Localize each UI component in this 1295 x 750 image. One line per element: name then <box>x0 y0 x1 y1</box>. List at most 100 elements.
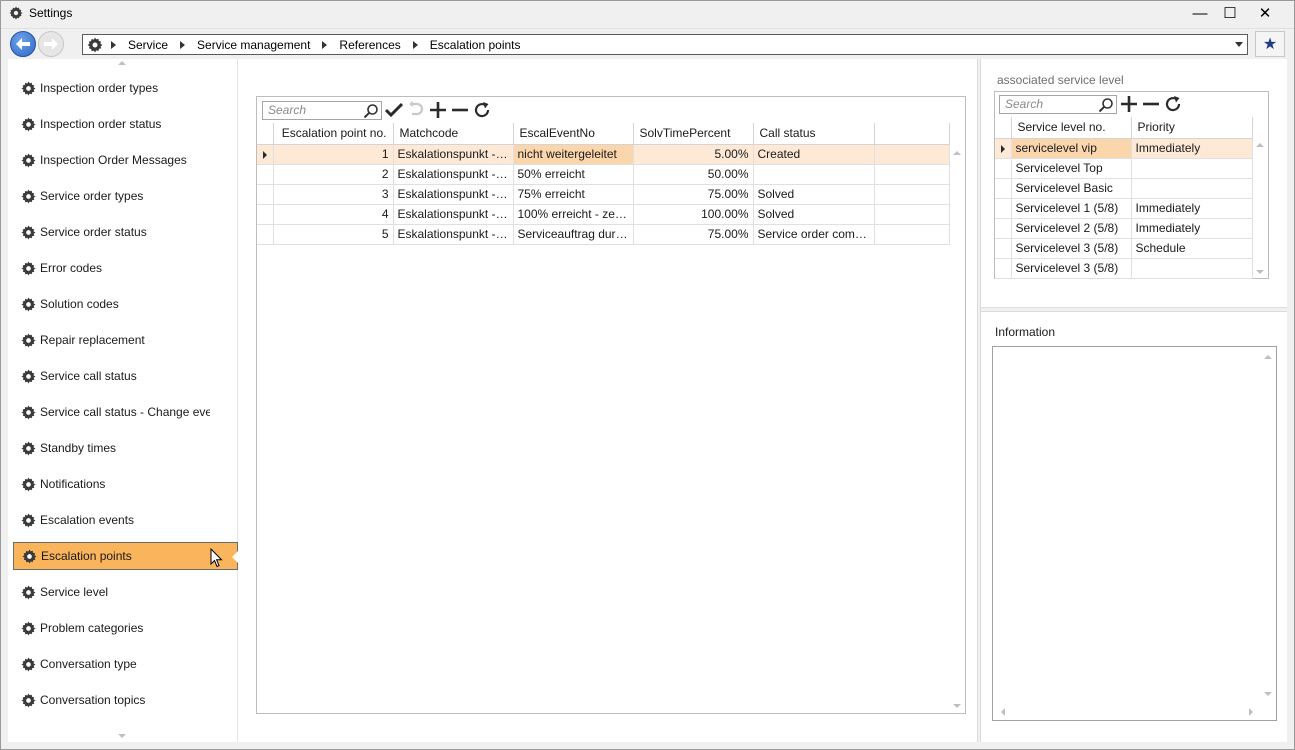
table-row[interactable]: 5 Eskalationspunkt - S... Serviceauftrag d… <box>257 224 950 245</box>
horizontal-scrollbar[interactable] <box>993 704 1261 720</box>
row-indicator[interactable] <box>995 178 1012 199</box>
table-cell[interactable]: Schedule <box>1131 238 1253 259</box>
breadcrumb-item-service-management[interactable]: Service management <box>197 38 310 52</box>
search-input[interactable]: Search <box>999 94 1117 114</box>
table-cell[interactable]: Eskalationspunkt - 7... <box>393 184 514 205</box>
table-row[interactable]: 3 Eskalationspunkt - 7... 75% erreicht 75.0… <box>257 184 950 205</box>
add-button[interactable] <box>1119 94 1139 114</box>
scroll-down-icon[interactable] <box>1264 692 1272 696</box>
add-button[interactable] <box>428 100 448 120</box>
chevron-down-icon[interactable] <box>1235 42 1243 47</box>
row-indicator[interactable] <box>257 224 274 245</box>
row-indicator[interactable] <box>257 204 274 225</box>
information-textarea[interactable] <box>992 346 1277 721</box>
horizontal-splitter[interactable] <box>981 307 1287 312</box>
column-header[interactable]: SolvTimePercent <box>633 123 754 145</box>
sidebar-item[interactable]: Error codes <box>13 254 238 282</box>
table-row[interactable]: Servicelevel Basic <box>995 178 1253 199</box>
table-row[interactable]: 4 Eskalationspunkt - Z... 100% erreicht - … <box>257 204 950 225</box>
refresh-button[interactable] <box>1163 94 1183 114</box>
table-row[interactable]: Servicelevel Top <box>995 158 1253 179</box>
table-cell[interactable]: 5 <box>273 224 394 245</box>
back-button[interactable] <box>10 31 36 57</box>
table-cell[interactable]: Service order comple... <box>753 224 875 245</box>
row-indicator[interactable] <box>995 238 1012 259</box>
sidebar-item[interactable]: Solution codes <box>13 290 238 318</box>
scroll-up-icon[interactable] <box>1256 143 1264 147</box>
breadcrumb-item-service[interactable]: Service <box>128 38 168 52</box>
row-indicator[interactable] <box>995 138 1012 159</box>
scroll-down-icon[interactable] <box>1256 270 1264 274</box>
row-indicator[interactable] <box>995 158 1012 179</box>
table-cell[interactable]: nicht weitergeleitet <box>513 144 634 165</box>
table-row[interactable]: 2 Eskalationspunkt - 5... 50% erreicht 50.0… <box>257 164 950 185</box>
sidebar-item[interactable]: Inspection Order Messages <box>13 146 238 174</box>
sidebar-item[interactable]: Conversation type <box>13 650 238 678</box>
table-cell[interactable]: 4 <box>273 204 394 225</box>
table-cell[interactable]: Servicelevel Basic <box>1011 178 1132 199</box>
sidebar-item[interactable]: Escalation points <box>13 542 238 570</box>
search-icon[interactable] <box>1098 97 1114 113</box>
table-cell[interactable] <box>1131 158 1253 179</box>
table-cell[interactable]: Servicelevel 1 (5/8) <box>1011 198 1132 219</box>
column-header[interactable]: Priority <box>1131 117 1253 139</box>
table-cell[interactable]: 75.00% <box>633 184 754 205</box>
sidebar-item[interactable]: Repair replacement <box>13 326 238 354</box>
sidebar-item[interactable]: Inspection order types <box>13 74 238 102</box>
table-cell[interactable]: Serviceauftrag durch... <box>513 224 634 245</box>
sidebar-item[interactable]: Conversation topics <box>13 686 238 714</box>
table-cell[interactable]: Eskalationspunkt - ni... <box>393 144 514 165</box>
table-cell[interactable]: 1 <box>273 144 394 165</box>
table-cell[interactable] <box>753 164 875 185</box>
column-header[interactable]: Matchcode <box>393 123 514 145</box>
save-button[interactable] <box>384 100 404 120</box>
table-cell[interactable]: Solved <box>753 204 875 225</box>
vertical-scrollbar[interactable] <box>1260 347 1276 704</box>
sidebar-item[interactable]: Notifications <box>13 470 238 498</box>
table-cell[interactable]: 100% erreicht - zeit a... <box>513 204 634 225</box>
table-cell[interactable]: Immediately <box>1131 218 1253 239</box>
row-indicator[interactable] <box>257 184 274 205</box>
sidebar-item[interactable]: Service call status - Change eve <box>13 398 238 426</box>
undo-button[interactable] <box>406 100 426 120</box>
table-cell[interactable]: Servicelevel 2 (5/8) <box>1011 218 1132 239</box>
table-cell[interactable]: servicelevel vip <box>1011 138 1132 159</box>
favorite-button[interactable]: ★ <box>1255 31 1285 57</box>
minimize-button[interactable]: — <box>1183 2 1217 24</box>
row-indicator[interactable] <box>995 198 1012 219</box>
table-cell[interactable]: 75.00% <box>633 224 754 245</box>
row-indicator[interactable] <box>995 258 1012 279</box>
vertical-scrollbar[interactable] <box>949 146 965 714</box>
table-cell[interactable]: Created <box>753 144 875 165</box>
scroll-up-icon[interactable] <box>118 61 126 65</box>
table-cell[interactable]: Eskalationspunkt - S... <box>393 224 514 245</box>
table-cell[interactable] <box>1131 258 1253 279</box>
row-indicator[interactable] <box>257 164 274 185</box>
sidebar-item[interactable]: Escalation events <box>13 506 238 534</box>
breadcrumb-item-references[interactable]: References <box>339 38 400 52</box>
column-header[interactable]: EscalEventNo <box>513 123 634 145</box>
table-cell[interactable]: 5.00% <box>633 144 754 165</box>
table-cell[interactable]: Immediately <box>1131 138 1253 159</box>
table-cell[interactable] <box>1131 178 1253 199</box>
sidebar-item[interactable]: Standby times <box>13 434 238 462</box>
table-cell[interactable]: Eskalationspunkt - Z... <box>393 204 514 225</box>
scroll-down-icon[interactable] <box>118 734 126 738</box>
search-icon[interactable] <box>363 103 379 119</box>
column-header[interactable]: Call status <box>753 123 875 145</box>
remove-button[interactable] <box>450 100 470 120</box>
column-header[interactable]: Service level no. <box>1011 117 1132 139</box>
table-row[interactable]: servicelevel vip Immediately <box>995 138 1253 159</box>
table-row[interactable]: Servicelevel 2 (5/8) Immediately <box>995 218 1253 239</box>
table-cell[interactable]: Servicelevel Top <box>1011 158 1132 179</box>
vertical-scrollbar[interactable] <box>1252 138 1268 278</box>
maximize-button[interactable]: ☐ <box>1213 2 1247 24</box>
row-indicator[interactable] <box>257 144 274 165</box>
table-cell[interactable]: 50% erreicht <box>513 164 634 185</box>
remove-button[interactable] <box>1141 94 1161 114</box>
close-button[interactable]: ✕ <box>1248 2 1282 24</box>
table-row[interactable]: Servicelevel 3 (5/8) <box>995 258 1253 279</box>
scroll-left-icon[interactable] <box>1001 708 1005 716</box>
vertical-splitter[interactable] <box>977 59 981 742</box>
sidebar-item[interactable]: Service order status <box>13 218 238 246</box>
